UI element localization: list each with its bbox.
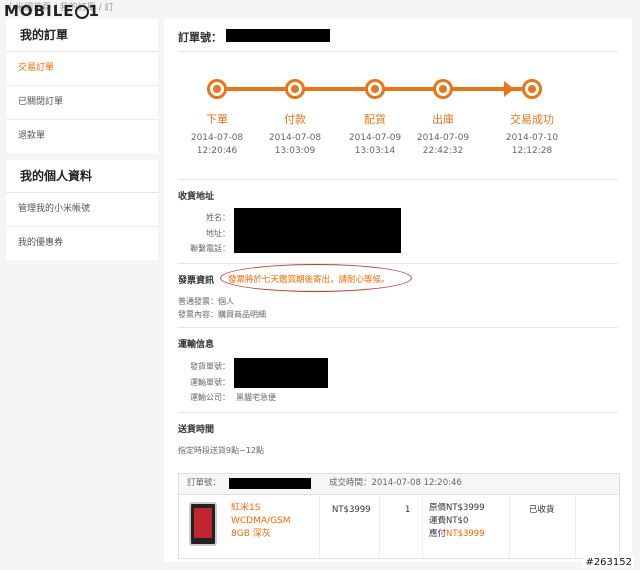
quantity: 1	[405, 505, 411, 515]
sidebar-orders: 我的訂單 交易訂單 已關閉訂單 退款單	[6, 19, 158, 153]
step-date-time: 22:42:32	[422, 146, 464, 156]
address-label: 地址：	[206, 229, 230, 238]
original-price: 原價NT$3999	[429, 503, 485, 513]
address-divider	[178, 263, 618, 264]
step-date-time: 13:03:09	[274, 146, 316, 156]
invoice-type: 普通發票：個人	[178, 297, 234, 306]
step-date-day: 2014-07-09	[416, 133, 470, 143]
product-name[interactable]: 紅米1S WCDMA/GSM 8GB 深灰	[231, 502, 291, 541]
logo-ring-icon	[74, 5, 89, 19]
sidebar-profile-title: 我的個人資料	[6, 160, 158, 193]
sidebar-item-trade-orders[interactable]: 交易訂單	[6, 52, 158, 86]
step-date: 2014-07-08 12:20:46	[177, 132, 257, 158]
step-label: 下單	[206, 113, 228, 126]
invoice-content: 發票內容：購買商品明細	[178, 310, 266, 319]
column-divider	[509, 494, 510, 558]
logo-text: MOBILE	[4, 2, 75, 20]
sidebar-item-refunds[interactable]: 退款單	[6, 120, 158, 153]
order-detail-panel: 訂單號： 下單 付款 配貨 出庫 交易成功 2014-07-08 12:20:46…	[164, 19, 632, 562]
step-date-day: 2014-07-08	[190, 133, 244, 143]
column-divider	[379, 494, 380, 558]
step-date-day: 2014-07-10	[505, 133, 559, 143]
transport-title: 運輸信息	[178, 340, 215, 350]
delivery-time-title: 送貨時間	[178, 425, 215, 435]
invoice-divider	[178, 327, 618, 328]
sidebar-item-closed-orders[interactable]: 已關閉訂單	[6, 86, 158, 120]
paid-value: NT$3999	[446, 529, 485, 539]
progress-divider	[178, 179, 618, 180]
name-label: 姓名：	[206, 213, 230, 222]
step-label: 付款	[284, 113, 306, 126]
logo-suffix: 1	[88, 2, 100, 20]
step-date-day: 2014-07-08	[268, 133, 322, 143]
transport-redaction	[234, 358, 328, 388]
progress-node	[433, 79, 453, 99]
tracking-no-label: 運輸單號：	[190, 378, 230, 387]
progress-node	[365, 79, 385, 99]
step-date: 2014-07-10 12:12:28	[492, 132, 572, 158]
step-date: 2014-07-08 13:03:09	[255, 132, 335, 158]
sidebar-orders-title: 我的訂單	[6, 19, 158, 52]
step-date-time: 12:12:28	[511, 146, 553, 156]
step-date-time: 12:20:46	[196, 146, 238, 156]
header-divider	[178, 51, 618, 52]
paid-amount: 應付NT$3999	[429, 528, 485, 541]
progress-node	[522, 79, 542, 99]
product-name-line: 8GB 深灰	[231, 529, 271, 539]
item-order-no-label: 訂單號：	[187, 478, 222, 488]
transport-divider	[178, 412, 618, 413]
step-label: 交易成功	[510, 113, 554, 126]
shipping-address-title: 收貨地址	[178, 192, 215, 202]
order-number-redaction	[226, 29, 330, 42]
item-order-no-redaction	[229, 478, 311, 489]
invoice-title: 發票資訊	[178, 276, 215, 286]
sidebar-item-manage-account[interactable]: 管理我的小米帳號	[6, 193, 158, 227]
transport-company-label: 運輸公司：	[190, 393, 230, 402]
order-number-label: 訂單號：	[178, 31, 222, 44]
delivery-time-value: 指定時段送貨9點~12點	[178, 446, 264, 455]
price-summary: 原價NT$3999 運費NT$0 應付NT$3999	[429, 502, 485, 541]
sidebar-profile: 我的個人資料 管理我的小米帳號 我的優惠券	[6, 160, 158, 260]
shipment-no-label: 發貨單號：	[190, 362, 230, 371]
column-divider	[575, 494, 576, 558]
column-divider	[319, 494, 320, 558]
transport-company-value: 黑貓宅急便	[236, 393, 276, 402]
product-name-line: 紅米1S	[231, 503, 261, 513]
product-image[interactable]	[189, 502, 217, 546]
progress-arrow-icon	[504, 81, 514, 97]
order-status: 已收貨	[529, 505, 555, 515]
step-date: 2014-07-09 22:42:32	[403, 132, 483, 158]
order-item-box: 訂單號： 成交時間：2014-07-08 12:20:46 紅米1S WCDMA…	[178, 473, 620, 559]
invoice-note: 發票將於七天鑑賞期後寄出，請耐心等候。	[228, 275, 390, 285]
sidebar-item-coupons[interactable]: 我的優惠券	[6, 227, 158, 260]
address-redaction	[234, 208, 401, 253]
phone-label: 聯繫電話：	[190, 244, 230, 253]
order-item-header: 訂單號： 成交時間：2014-07-08 12:20:46	[179, 474, 619, 495]
deal-time: 成交時間：2014-07-08 12:20:46	[329, 478, 462, 488]
shipping-fee: 運費NT$0	[429, 516, 469, 526]
unit-price: NT$3999	[332, 505, 371, 515]
product-name-line: WCDMA/GSM	[231, 516, 291, 526]
site-logo: MOBILE 1	[4, 2, 100, 20]
watermark: #263152	[583, 557, 634, 568]
progress-node	[285, 79, 305, 99]
column-divider	[422, 494, 423, 558]
paid-label: 應付	[429, 529, 447, 539]
progress-node	[207, 79, 227, 99]
step-label: 出庫	[432, 113, 454, 126]
